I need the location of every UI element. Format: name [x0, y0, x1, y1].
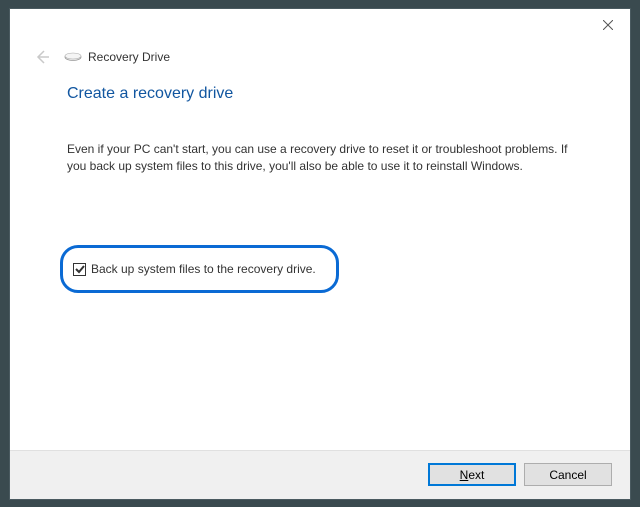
button-bar: Next Cancel — [10, 450, 630, 499]
back-button — [30, 45, 54, 69]
header-row: Recovery Drive — [10, 9, 630, 69]
page-heading: Create a recovery drive — [67, 85, 590, 103]
checkmark-icon — [75, 264, 85, 274]
close-icon — [603, 20, 613, 30]
backup-system-files-label[interactable]: Back up system files to the recovery dri… — [91, 262, 316, 276]
checkbox-highlight-annotation: Back up system files to the recovery dri… — [60, 245, 339, 293]
backup-system-files-checkbox[interactable] — [73, 263, 86, 276]
page-description: Even if your PC can't start, you can use… — [67, 141, 590, 176]
next-button-rest: ext — [468, 468, 484, 482]
cancel-button[interactable]: Cancel — [524, 463, 612, 486]
back-arrow-icon — [34, 49, 50, 65]
close-button[interactable] — [598, 15, 618, 35]
window-title: Recovery Drive — [88, 50, 170, 64]
recovery-drive-dialog: Recovery Drive Create a recovery drive E… — [9, 8, 631, 500]
drive-icon — [64, 51, 82, 63]
next-button[interactable]: Next — [428, 463, 516, 486]
content-area: Create a recovery drive Even if your PC … — [10, 69, 630, 450]
